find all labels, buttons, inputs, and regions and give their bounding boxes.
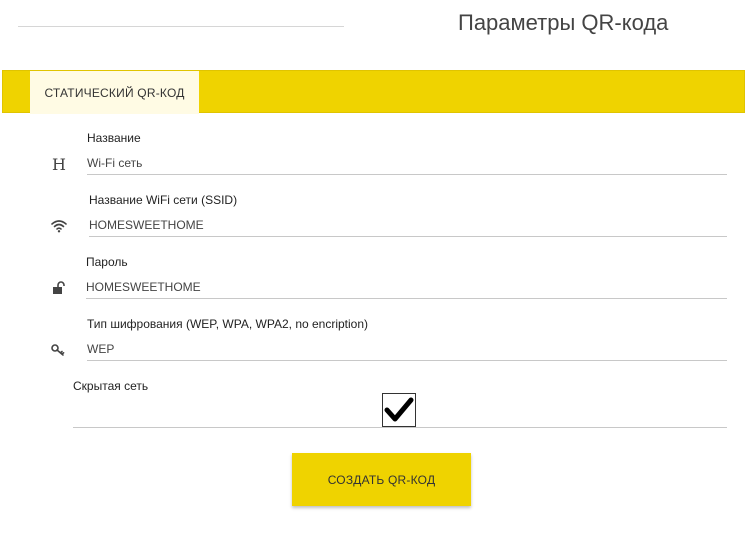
hidden-network-checkbox[interactable] (382, 393, 416, 427)
create-qr-button[interactable]: СОЗДАТЬ QR-КОД (292, 453, 471, 506)
name-input[interactable] (87, 152, 727, 175)
name-field-label: Название (87, 131, 141, 145)
tab-bar: СТАТИЧЕСКИЙ QR-КОД (2, 70, 745, 114)
checkmark-icon (384, 397, 414, 422)
heading-icon: H (52, 154, 66, 174)
password-field-label: Пароль (86, 255, 128, 269)
ssid-input[interactable] (89, 214, 727, 237)
hidden-network-label: Скрытая сеть (73, 379, 149, 393)
wifi-icon (49, 217, 69, 235)
header-divider (18, 26, 344, 27)
page-title: Параметры QR-кода (458, 10, 669, 35)
key-icon (49, 341, 69, 359)
password-input[interactable] (86, 276, 727, 299)
hidden-network-underline (73, 427, 727, 428)
lock-icon (49, 279, 69, 297)
encryption-field-label: Тип шифрования (WEP, WPA, WPA2, no encri… (87, 317, 369, 331)
encryption-input[interactable] (87, 338, 727, 361)
tab-static-qr[interactable]: СТАТИЧЕСКИЙ QR-КОД (30, 71, 199, 114)
qr-settings-page: Параметры QR-кода СТАТИЧЕСКИЙ QR-КОД Наз… (0, 0, 746, 537)
ssid-field-label: Название WiFi сети (SSID) (89, 193, 238, 207)
